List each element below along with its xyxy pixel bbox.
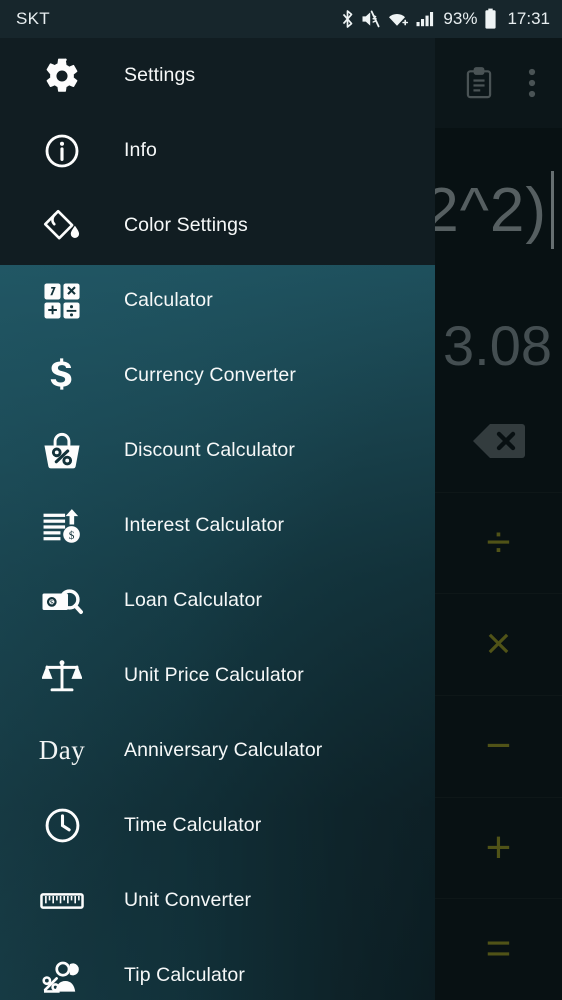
calculator-keypad-icon: [0, 263, 124, 338]
drawer-item-label: Anniversary Calculator: [124, 739, 323, 761]
info-circle-icon: [0, 113, 124, 188]
mute-vibrate-icon: [361, 9, 381, 29]
drawer-item-label: Tip Calculator: [124, 964, 245, 986]
drawer-item-label: Unit Price Calculator: [124, 664, 304, 686]
drawer-item-interest-calculator[interactable]: $ Interest Calculator: [0, 488, 435, 563]
battery-icon: [484, 8, 497, 30]
drawer-item-loan-calculator[interactable]: $ Loan Calculator: [0, 563, 435, 638]
drawer-item-label: Calculator: [124, 289, 213, 311]
drawer-item-anniversary-calculator[interactable]: Day Anniversary Calculator: [0, 713, 435, 788]
drawer-item-time-calculator[interactable]: Time Calculator: [0, 788, 435, 863]
svg-text:$: $: [50, 598, 54, 607]
drawer-item-label: Interest Calculator: [124, 514, 285, 536]
drawer-item-label: Color Settings: [124, 214, 248, 236]
drawer-item-unit-converter[interactable]: Unit Converter: [0, 863, 435, 938]
chart-arrow-dollar-icon: $: [0, 488, 124, 563]
money-magnifier-icon: $: [0, 563, 124, 638]
day-text-icon: Day: [0, 713, 124, 788]
gear-icon: [0, 38, 124, 113]
drawer-item-currency-converter[interactable]: Currency Converter: [0, 338, 435, 413]
clock-icon: [0, 788, 124, 863]
drawer-item-discount-calculator[interactable]: Discount Calculator: [0, 413, 435, 488]
drawer-item-label: Loan Calculator: [124, 589, 263, 611]
drawer-item-info[interactable]: Info: [0, 113, 435, 188]
wifi-plus-icon: [388, 9, 409, 29]
drawer-item-calculator[interactable]: Calculator: [0, 263, 435, 338]
battery-percent-label: 93%: [443, 9, 478, 28]
dollar-sign-icon: [0, 338, 124, 413]
shopping-basket-percent-icon: [0, 413, 124, 488]
drawer-item-color-settings[interactable]: Color Settings: [0, 188, 435, 263]
signal-bars-icon: [416, 9, 435, 29]
balance-scale-icon: [0, 638, 124, 713]
carrier-label: SKT: [16, 9, 50, 28]
drawer-item-label: Info: [124, 139, 157, 161]
percent-person-icon: [0, 938, 124, 1000]
status-bar: SKT 93% 17:31: [0, 0, 562, 38]
drawer-item-label: Time Calculator: [124, 814, 262, 836]
drawer-item-label: Currency Converter: [124, 364, 296, 386]
day-text-icon-label: Day: [38, 735, 86, 765]
bluetooth-icon: [341, 9, 354, 29]
drawer-item-label: Settings: [124, 64, 196, 86]
ruler-icon: [0, 863, 124, 938]
drawer-item-settings[interactable]: Settings: [0, 38, 435, 113]
drawer-item-label: Discount Calculator: [124, 439, 295, 461]
svg-text:$: $: [69, 530, 75, 542]
drawer-item-list: Settings Info Color Settings Calculator …: [0, 38, 435, 1000]
clock-label: 17:31: [507, 9, 550, 28]
drawer-item-label: Unit Converter: [124, 889, 252, 911]
navigation-drawer: Settings Info Color Settings Calculator …: [0, 0, 435, 1000]
drawer-item-unit-price-calculator[interactable]: Unit Price Calculator: [0, 638, 435, 713]
drawer-item-tip-calculator[interactable]: Tip Calculator: [0, 938, 435, 1000]
status-icons: 93% 17:31: [341, 8, 550, 30]
paint-bucket-icon: [0, 188, 124, 263]
